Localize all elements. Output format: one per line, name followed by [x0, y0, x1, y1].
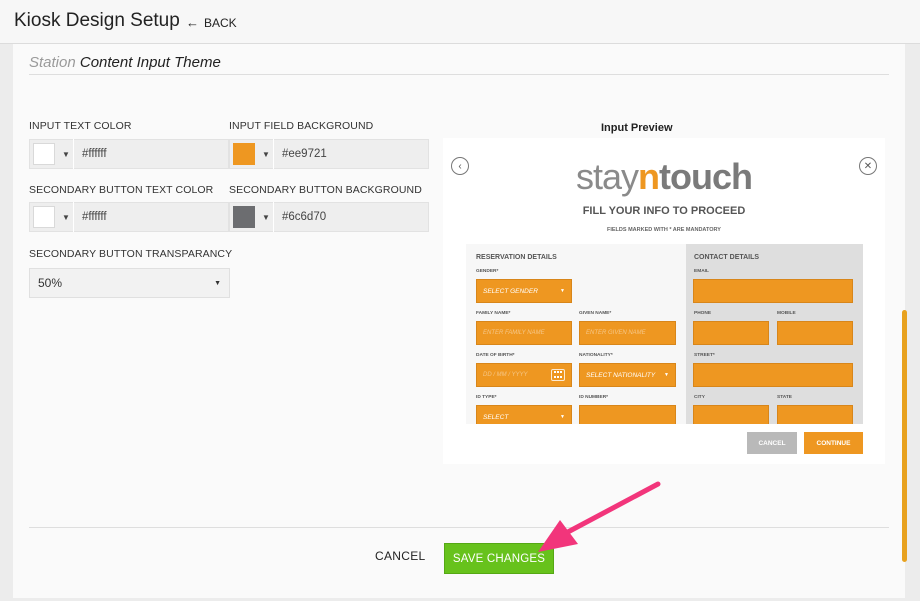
- page-title: Kiosk Design Setup: [14, 10, 180, 31]
- nationality-label: NATIONALITY*: [579, 353, 613, 358]
- family-name-label: FAMILY NAME*: [476, 311, 511, 316]
- family-name-input: ENTER FAMILY NAME: [476, 321, 572, 345]
- reservation-details-title: RESERVATION DETAILS: [476, 254, 557, 261]
- state-input: [777, 405, 853, 424]
- preview-continue-button: CONTINUE: [804, 432, 863, 454]
- secondary-button-background-swatch: [233, 206, 255, 228]
- input-text-color-value[interactable]: #ffffff: [82, 148, 107, 160]
- input-field-background-value[interactable]: #ee9721: [282, 148, 327, 160]
- chevron-down-icon: ▼: [62, 149, 70, 159]
- input-preview: ‹ ✕ stayntouch FILL YOUR INFO TO PROCEED…: [443, 138, 885, 464]
- back-arrow-icon: ←: [186, 15, 199, 30]
- section-divider: [29, 74, 889, 75]
- cancel-button[interactable]: CANCEL: [375, 549, 425, 563]
- id-number-input: [579, 405, 676, 424]
- secondary-button-background-picker[interactable]: ▼: [230, 202, 274, 232]
- back-button[interactable]: ← BACK: [186, 15, 237, 30]
- state-label: STATE: [777, 395, 793, 400]
- input-field-background-label: INPUT FIELD BACKGROUND: [229, 120, 374, 132]
- email-input: [693, 279, 853, 303]
- gender-select: SELECT GENDER ▼: [476, 279, 572, 303]
- id-type-label: ID TYPE*: [476, 395, 497, 400]
- email-label: EMAIL: [694, 269, 709, 274]
- input-field-background-picker[interactable]: ▼: [230, 139, 274, 169]
- mobile-input: [777, 321, 853, 345]
- input-text-color-field[interactable]: ▼ #ffffff: [29, 139, 229, 169]
- transparancy-value: 50%: [38, 276, 63, 290]
- secondary-button-text-color-swatch: [33, 206, 55, 228]
- preview-title: Input Preview: [601, 122, 673, 134]
- chevron-down-icon: ▼: [214, 279, 221, 287]
- city-input: [693, 405, 769, 424]
- save-changes-button[interactable]: SAVE CHANGES: [444, 543, 554, 574]
- preview-heading: FILL YOUR INFO TO PROCEED: [582, 205, 746, 217]
- dob-input: DD / MM / YYYY: [476, 363, 572, 387]
- input-field-background-field[interactable]: ▼ #ee9721: [229, 139, 429, 169]
- nationality-select: SELECT NATIONALITY ▼: [579, 363, 676, 387]
- secondary-button-background-value[interactable]: #6c6d70: [282, 211, 326, 223]
- chevron-down-icon: ▼: [62, 212, 70, 222]
- preview-cancel-button: CANCEL: [747, 432, 797, 454]
- scrollbar-thumb[interactable]: [902, 310, 907, 562]
- preview-form: RESERVATION DETAILS CONTACT DETAILS GEND…: [466, 244, 863, 424]
- input-text-color-swatch: [33, 143, 55, 165]
- input-text-color-label: INPUT TEXT COLOR: [29, 120, 132, 132]
- id-number-label: ID NUMBER*: [579, 395, 609, 400]
- phone-label: PHONE: [694, 311, 712, 316]
- dob-label: DATE OF BIRTH*: [476, 353, 515, 358]
- footer-divider: [29, 527, 889, 528]
- secondary-button-background-field[interactable]: ▼ #6c6d70: [229, 202, 429, 232]
- secondary-button-transparancy-select[interactable]: 50% ▼: [29, 268, 230, 298]
- street-label: STREET*: [694, 353, 715, 358]
- given-name-label: GIVEN NAME*: [579, 311, 612, 316]
- mobile-label: MOBILE: [777, 311, 796, 316]
- section-title: Station Content Input Theme: [29, 54, 221, 71]
- chevron-down-icon: ▼: [262, 212, 270, 222]
- input-field-background-swatch: [233, 143, 255, 165]
- secondary-button-text-color-picker[interactable]: ▼: [30, 202, 74, 232]
- given-name-input: ENTER GIVEN NAME: [579, 321, 676, 345]
- phone-input: [693, 321, 769, 345]
- city-label: CITY: [694, 395, 705, 400]
- id-type-select: SELECT ▼: [476, 405, 572, 424]
- input-text-color-picker[interactable]: ▼: [30, 139, 74, 169]
- back-label: BACK: [204, 15, 237, 30]
- chevron-down-icon: ▼: [262, 149, 270, 159]
- top-bar: Kiosk Design Setup ← BACK: [0, 0, 920, 44]
- secondary-button-background-label: SECONDARY BUTTON BACKGROUND: [229, 184, 422, 196]
- section-title-main: Content Input Theme: [79, 54, 221, 71]
- street-input: [693, 363, 853, 387]
- secondary-button-text-color-label: SECONDARY BUTTON TEXT COLOR: [29, 184, 214, 196]
- secondary-button-transparancy-label: SECONDARY BUTTON TRANSPARANCY: [29, 248, 233, 260]
- stayntouch-logo: stayntouch: [575, 156, 753, 197]
- gender-label: GENDER*: [476, 269, 499, 274]
- preview-mandatory-note: FIELDS MARKED WITH * ARE MANDATORY: [607, 227, 721, 233]
- secondary-button-text-color-value[interactable]: #ffffff: [82, 211, 107, 223]
- section-title-prefix: Station: [29, 54, 76, 71]
- contact-details-title: CONTACT DETAILS: [694, 254, 760, 261]
- secondary-button-text-color-field[interactable]: ▼ #ffffff: [29, 202, 229, 232]
- calendar-icon: [551, 369, 565, 381]
